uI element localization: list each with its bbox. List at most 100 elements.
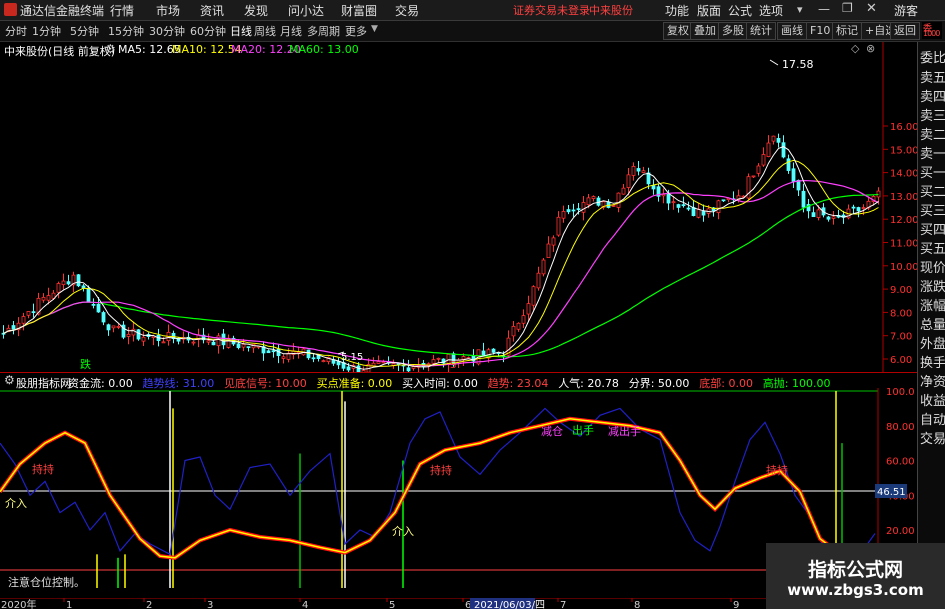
statistics-button[interactable]: 统计 [746,22,776,40]
candle-body [776,137,781,143]
candlestick-chart[interactable]: 16.00 15.00 14.00 13.00 12.00 11.00 10.00 9.00 8… [0,42,917,372]
period-monthly[interactable]: 月线 [280,23,302,39]
period-30min[interactable]: 30分钟 [149,23,185,39]
candle-body [96,303,101,313]
side-panel-item[interactable]: 卖五 [920,67,945,86]
close-icon[interactable]: ✕ [866,1,877,16]
candle-body [61,280,66,286]
restore-icon[interactable]: ❐ [842,1,853,15]
period-multi[interactable]: 多周期 [307,23,340,39]
menu-layout[interactable]: 版面 [697,2,721,19]
candle-body [551,237,556,246]
draw-line-button[interactable]: 画线 [777,22,807,40]
side-panel-item[interactable]: 买一 [920,162,945,181]
side-panel-item[interactable]: 换手 [920,352,945,371]
guest-label[interactable]: 游客 [894,2,918,19]
side-panel-item[interactable]: 买四 [920,219,945,238]
candle-body [521,315,526,324]
side-panel-item[interactable]: 涨跌 [920,276,945,295]
signal-s-label: S [450,360,456,371]
back-button[interactable]: 返回 [890,22,920,40]
overlay-button[interactable]: 叠加 [690,22,720,40]
side-panel-item[interactable]: 净资 [920,371,945,390]
period-timeshare[interactable]: 分时 [5,23,27,39]
indicator-tick-label: 80.00 [886,422,915,433]
adjust-button[interactable]: 复权 [663,22,693,40]
candle-body [206,340,211,343]
buy-label-1: 介入 [5,497,27,510]
indicator-tick-label: 20.00 [886,526,915,537]
candle-body [636,168,641,172]
ma20-line [3,179,879,367]
app-logo-icon [4,3,17,16]
more-arrow-icon[interactable]: ▼ [371,24,378,34]
menu-market-quotes[interactable]: 行情 [110,2,134,19]
hold-label-1: 持持 [32,462,54,476]
mark-button[interactable]: 标记 [832,22,862,40]
minimize-icon[interactable]: — [818,2,830,16]
period-15min[interactable]: 15分钟 [108,23,144,39]
side-panel-item[interactable]: 现价 [920,257,945,276]
menu-formula[interactable]: 公式 [728,2,752,19]
side-panel-item[interactable]: 委比 [920,47,945,66]
candle-body [381,361,386,364]
candle-body [611,205,616,207]
menu-trade[interactable]: 交易 [395,2,419,19]
candle-body [681,204,686,207]
app-title: 通达信金融终端 [20,4,105,18]
month-label: 7 [560,600,566,609]
period-more[interactable]: 更多 [345,23,367,39]
price-tick-label: 12.00 [890,215,917,226]
hold-label-3: 持持 [766,463,788,477]
side-panel-item[interactable]: 卖四 [920,86,945,105]
menu-arrow-icon[interactable]: ▾ [797,3,803,16]
menu-market[interactable]: 市场 [156,2,180,19]
candle-body [861,207,866,209]
side-panel-item[interactable]: 卖一 [920,143,945,162]
candle-body [116,326,121,328]
candle-body [811,212,816,218]
period-weekly[interactable]: 周线 [254,23,276,39]
buy-label-2: 介入 [392,525,414,538]
side-panel-item[interactable]: 总量 [920,314,945,333]
candle-body [461,356,466,360]
side-panel-item[interactable]: 买五 [920,238,945,257]
site-watermark: 指标公式网 www.zbgs3.com [766,543,945,609]
side-panel-item[interactable]: 交易 [920,428,945,447]
candle-body [76,274,81,287]
candle-body [41,296,46,301]
period-60min[interactable]: 60分钟 [190,23,226,39]
candle-body [431,359,436,364]
trade-login-status[interactable]: 证券交易未登录 [513,2,590,18]
menu-discover[interactable]: 发现 [244,2,268,19]
menu-ask-xiaoda[interactable]: 问小达 [288,2,324,19]
candle-body [616,192,621,208]
period-5min[interactable]: 5分钟 [70,23,99,39]
side-panel-item[interactable]: 买二 [920,181,945,200]
menu-function[interactable]: 功能 [665,2,689,19]
multi-stock-button[interactable]: 多股 [718,22,748,40]
candle-body [131,328,136,336]
price-tick-label: 10.00 [890,262,917,273]
side-panel-item[interactable]: 卖三 [920,105,945,124]
side-panel-item[interactable]: 涨幅 [920,295,945,314]
side-panel-item[interactable]: 自动 [920,409,945,428]
side-panel-item[interactable]: 卖二 [920,124,945,143]
menu-options[interactable]: 选项 [759,2,783,19]
menu-news[interactable]: 资讯 [200,2,224,19]
candle-body [781,142,786,158]
candle-body [671,201,676,204]
candle-body [191,341,196,344]
period-daily[interactable]: 日线 [230,23,252,39]
price-tick-label: 15.00 [890,145,917,156]
menu-wealth-circle[interactable]: 财富圈 [341,2,377,19]
side-panel-item[interactable]: 外盘 [920,333,945,352]
side-panel-item[interactable]: 收益 [920,390,945,409]
candle-body [856,207,861,212]
candle-body [676,204,681,208]
f10-button[interactable]: F10 [806,22,835,40]
candle-body [271,350,276,353]
period-1min[interactable]: 1分钟 [32,23,61,39]
side-panel-item[interactable]: 买三 [920,200,945,219]
indicator-settings-icon[interactable]: ⚙ [4,373,15,387]
